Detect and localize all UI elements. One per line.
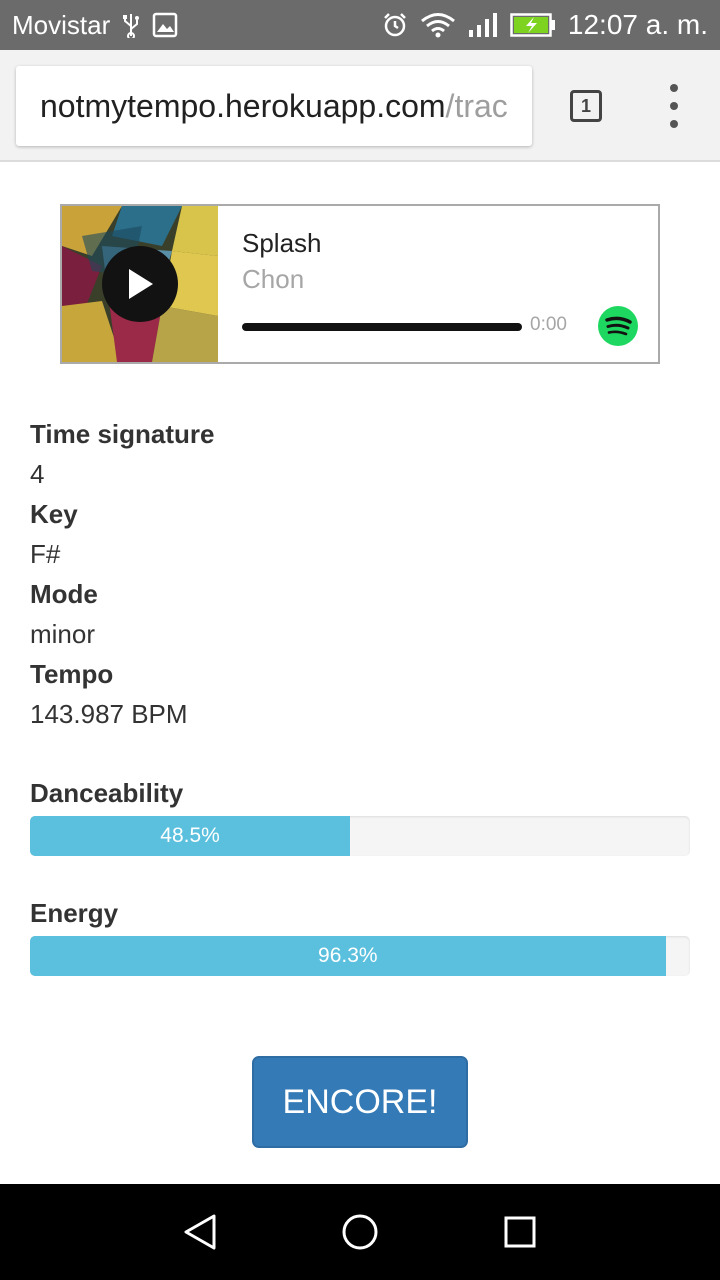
usb-icon [122, 12, 140, 38]
danceability-label: Danceability [30, 778, 184, 808]
track-title: Splash [242, 228, 322, 258]
url-bar[interactable]: notmytempo.herokuapp.com/trac [16, 66, 532, 146]
danceability-value: 48.5% [160, 824, 220, 847]
url-host: notmytempo.herokuapp.com [40, 87, 446, 124]
play-button[interactable] [102, 246, 178, 322]
wifi-icon [420, 12, 456, 38]
url-path: /trac [445, 87, 508, 124]
tab-count: 1 [580, 95, 591, 116]
encore-button[interactable]: ENCORE! [252, 1056, 468, 1148]
energy-bar: 96.3% [30, 936, 690, 976]
time-signature-value: 4 [30, 459, 45, 489]
navigation-bar [0, 1184, 720, 1280]
spotify-player: Splash Chon 0:00 [60, 204, 660, 364]
tab-switcher-button[interactable]: 1 [570, 90, 602, 122]
mode-value: minor [30, 619, 96, 649]
status-bar: Movistar 12:07 a. m. [0, 0, 720, 50]
battery-charging-icon [510, 12, 556, 38]
spotify-icon[interactable] [598, 306, 638, 346]
tempo-label: Tempo [30, 659, 114, 689]
danceability-bar: 48.5% [30, 816, 690, 856]
key-label: Key [30, 499, 78, 529]
recents-icon[interactable] [498, 1210, 542, 1254]
mode-label: Mode [30, 579, 98, 609]
playback-progress-bar[interactable] [242, 323, 522, 331]
tempo-value: 143.987 BPM [30, 699, 188, 729]
signal-icon [468, 12, 498, 38]
alarm-icon [382, 12, 408, 38]
track-info: Time signature 4 Key F# Mode minor Tempo… [30, 414, 690, 734]
elapsed-time: 0:00 [530, 314, 567, 335]
album-cover [62, 206, 218, 362]
back-icon[interactable] [178, 1210, 222, 1254]
image-icon [152, 12, 178, 38]
overflow-menu-icon[interactable] [662, 84, 686, 128]
browser-toolbar: notmytempo.herokuapp.com/trac 1 [0, 50, 720, 162]
track-artist[interactable]: Chon [242, 264, 304, 295]
key-value: F# [30, 539, 61, 569]
energy-label: Energy [30, 898, 119, 928]
clock: 12:07 a. m. [567, 9, 708, 40]
carrier-name: Movistar [12, 9, 111, 40]
play-icon [129, 269, 153, 299]
energy-fill: 96.3% [30, 936, 666, 976]
time-signature-label: Time signature [30, 419, 215, 449]
energy-value: 96.3% [318, 944, 378, 967]
home-icon[interactable] [338, 1210, 382, 1254]
danceability-fill: 48.5% [30, 816, 351, 856]
